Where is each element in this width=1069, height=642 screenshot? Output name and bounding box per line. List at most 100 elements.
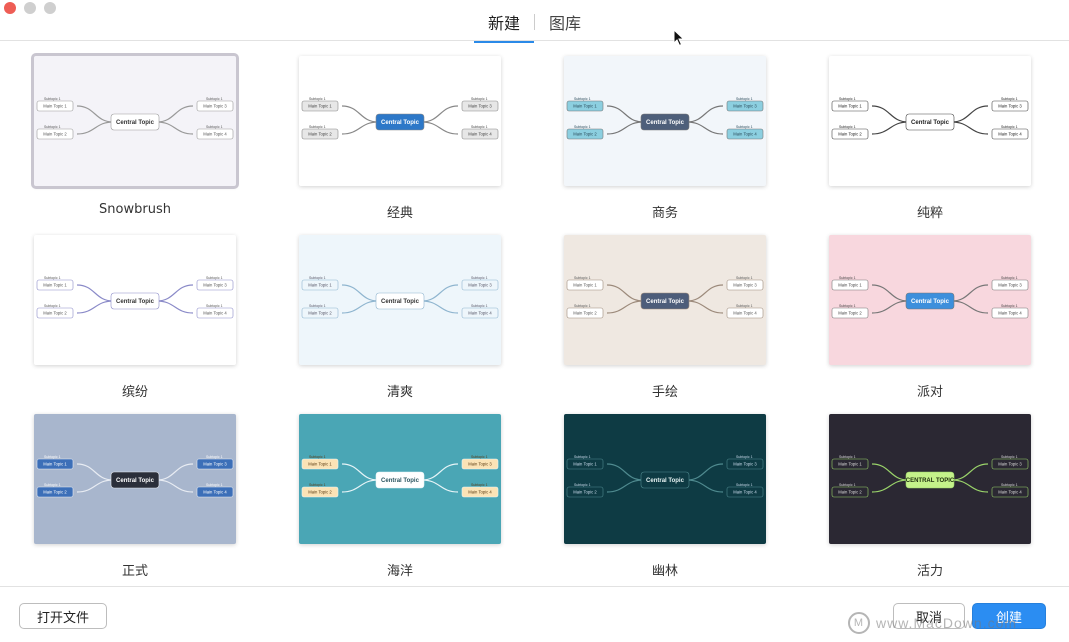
svg-text:Main Topic 3: Main Topic 3 bbox=[998, 104, 1022, 109]
svg-text:Main Topic 2: Main Topic 2 bbox=[308, 311, 332, 316]
template-name: 纯粹 bbox=[916, 206, 943, 221]
template-card[interactable]: Subtopic 1 Subtopic 1 Subtopic 1 Subtopic 1… bbox=[31, 53, 239, 217]
svg-text:Main Topic 2: Main Topic 2 bbox=[43, 132, 67, 137]
svg-text:Subtopic 1: Subtopic 1 bbox=[574, 276, 591, 280]
template-thumbnail[interactable]: Subtopic 1 Subtopic 1 Subtopic 1 Subtopic 1… bbox=[299, 235, 501, 365]
svg-text:Main Topic 3: Main Topic 3 bbox=[468, 104, 492, 109]
svg-text:Main Topic 4: Main Topic 4 bbox=[733, 132, 757, 137]
template-card[interactable]: Subtopic 1 Subtopic 1 Subtopic 1 Subtopic 1… bbox=[829, 414, 1031, 579]
template-card[interactable]: Subtopic 1 Subtopic 1 Subtopic 1 Subtopic 1… bbox=[299, 235, 501, 400]
svg-text:Main Topic 3: Main Topic 3 bbox=[733, 462, 757, 467]
svg-text:Main Topic 2: Main Topic 2 bbox=[573, 490, 597, 495]
svg-text:Subtopic 1: Subtopic 1 bbox=[44, 276, 61, 280]
mind-map-preview: Subtopic 1 Subtopic 1 Subtopic 1 Subtopic 1… bbox=[831, 97, 1029, 140]
tab-new[interactable]: 新建 bbox=[473, 10, 535, 43]
template-thumbnail[interactable]: Subtopic 1 Subtopic 1 Subtopic 1 Subtopic 1… bbox=[299, 414, 501, 544]
svg-text:Subtopic 1: Subtopic 1 bbox=[839, 97, 856, 101]
svg-text:Subtopic 1: Subtopic 1 bbox=[471, 125, 488, 129]
template-card[interactable]: Subtopic 1 Subtopic 1 Subtopic 1 Subtopic 1… bbox=[564, 235, 766, 400]
new-document-window: 新建 图库 Subtopic 1 Subtopic 1 Subtopic 1 Subt… bbox=[0, 0, 1069, 642]
svg-text:Main Topic 3: Main Topic 3 bbox=[998, 283, 1022, 288]
svg-text:Subtopic 1: Subtopic 1 bbox=[206, 276, 223, 280]
footer-divider bbox=[0, 586, 1069, 587]
svg-text:Main Topic 4: Main Topic 4 bbox=[733, 311, 757, 316]
svg-text:Main Topic 1: Main Topic 1 bbox=[308, 283, 332, 288]
svg-text:Subtopic 1: Subtopic 1 bbox=[1001, 276, 1018, 280]
svg-text:Central Topic: Central Topic bbox=[116, 478, 155, 484]
template-name: 海洋 bbox=[386, 564, 413, 579]
svg-text:Main Topic 2: Main Topic 2 bbox=[838, 132, 862, 137]
template-name: 清爽 bbox=[386, 385, 413, 400]
svg-text:Main Topic 3: Main Topic 3 bbox=[998, 462, 1022, 467]
svg-text:Main Topic 1: Main Topic 1 bbox=[573, 104, 597, 109]
watermark-logo-icon: M bbox=[848, 612, 870, 634]
svg-text:Main Topic 2: Main Topic 2 bbox=[573, 132, 597, 137]
mind-map-preview: Subtopic 1 Subtopic 1 Subtopic 1 Subtopic 1… bbox=[36, 455, 234, 498]
template-card[interactable]: Subtopic 1 Subtopic 1 Subtopic 1 Subtopic 1… bbox=[34, 235, 236, 400]
svg-text:Main Topic 1: Main Topic 1 bbox=[573, 462, 597, 467]
svg-text:Main Topic 2: Main Topic 2 bbox=[43, 490, 67, 495]
svg-text:Subtopic 1: Subtopic 1 bbox=[736, 455, 753, 459]
mind-map-preview: Subtopic 1 Subtopic 1 Subtopic 1 Subtopic 1… bbox=[566, 455, 764, 498]
header-divider bbox=[0, 40, 1069, 41]
svg-text:Subtopic 1: Subtopic 1 bbox=[44, 97, 61, 101]
template-card[interactable]: Subtopic 1 Subtopic 1 Subtopic 1 Subtopic 1… bbox=[564, 56, 766, 221]
svg-text:Main Topic 1: Main Topic 1 bbox=[43, 104, 67, 109]
template-card[interactable]: Subtopic 1 Subtopic 1 Subtopic 1 Subtopic 1… bbox=[564, 414, 766, 579]
open-file-button[interactable]: 打开文件 bbox=[19, 603, 107, 629]
template-name: 正式 bbox=[121, 564, 148, 579]
template-thumbnail[interactable]: Subtopic 1 Subtopic 1 Subtopic 1 Subtopic 1… bbox=[299, 56, 501, 186]
svg-text:Main Topic 1: Main Topic 1 bbox=[43, 283, 67, 288]
svg-text:Subtopic 1: Subtopic 1 bbox=[1001, 97, 1018, 101]
svg-text:Subtopic 1: Subtopic 1 bbox=[309, 455, 326, 459]
svg-text:Subtopic 1: Subtopic 1 bbox=[309, 276, 326, 280]
svg-text:Main Topic 1: Main Topic 1 bbox=[308, 462, 332, 467]
svg-text:Subtopic 1: Subtopic 1 bbox=[309, 483, 326, 487]
svg-text:Subtopic 1: Subtopic 1 bbox=[839, 304, 856, 308]
template-name: 经典 bbox=[386, 206, 413, 221]
template-name: 派对 bbox=[916, 385, 943, 400]
svg-text:Subtopic 1: Subtopic 1 bbox=[1001, 483, 1018, 487]
template-thumbnail[interactable]: Subtopic 1 Subtopic 1 Subtopic 1 Subtopic 1… bbox=[564, 235, 766, 365]
svg-text:Main Topic 4: Main Topic 4 bbox=[468, 132, 492, 137]
mind-map-preview: Subtopic 1 Subtopic 1 Subtopic 1 Subtopic 1… bbox=[301, 276, 499, 319]
svg-text:Main Topic 1: Main Topic 1 bbox=[43, 462, 67, 467]
svg-text:Subtopic 1: Subtopic 1 bbox=[574, 483, 591, 487]
svg-text:Subtopic 1: Subtopic 1 bbox=[206, 483, 223, 487]
svg-text:Subtopic 1: Subtopic 1 bbox=[206, 304, 223, 308]
template-thumbnail[interactable]: Subtopic 1 Subtopic 1 Subtopic 1 Subtopic 1… bbox=[829, 56, 1031, 186]
template-thumbnail[interactable]: Subtopic 1 Subtopic 1 Subtopic 1 Subtopic 1… bbox=[34, 235, 236, 365]
svg-text:Subtopic 1: Subtopic 1 bbox=[839, 125, 856, 129]
template-card[interactable]: Subtopic 1 Subtopic 1 Subtopic 1 Subtopic 1… bbox=[299, 414, 501, 579]
template-thumbnail[interactable]: Subtopic 1 Subtopic 1 Subtopic 1 Subtopic 1… bbox=[829, 235, 1031, 365]
svg-text:Subtopic 1: Subtopic 1 bbox=[471, 97, 488, 101]
svg-text:Central Topic: Central Topic bbox=[381, 120, 420, 126]
svg-text:Subtopic 1: Subtopic 1 bbox=[839, 455, 856, 459]
mind-map-preview: Subtopic 1 Subtopic 1 Subtopic 1 Subtopic 1… bbox=[36, 276, 234, 319]
template-card[interactable]: Subtopic 1 Subtopic 1 Subtopic 1 Subtopic 1… bbox=[829, 56, 1031, 221]
svg-text:Subtopic 1: Subtopic 1 bbox=[206, 455, 223, 459]
template-card[interactable]: Subtopic 1 Subtopic 1 Subtopic 1 Subtopic 1… bbox=[299, 56, 501, 221]
svg-text:Subtopic 1: Subtopic 1 bbox=[736, 276, 753, 280]
tab-bar: 新建 图库 bbox=[0, 10, 1069, 43]
svg-text:Main Topic 3: Main Topic 3 bbox=[733, 104, 757, 109]
tab-gallery[interactable]: 图库 bbox=[535, 10, 595, 42]
svg-text:Subtopic 1: Subtopic 1 bbox=[471, 483, 488, 487]
svg-text:Main Topic 1: Main Topic 1 bbox=[838, 104, 862, 109]
template-thumbnail[interactable]: Subtopic 1 Subtopic 1 Subtopic 1 Subtopic 1… bbox=[829, 414, 1031, 544]
watermark: M www.MacDown.com bbox=[848, 612, 1017, 634]
svg-text:Central Topic: Central Topic bbox=[911, 299, 950, 305]
svg-text:Central Topic: Central Topic bbox=[381, 299, 420, 305]
template-thumbnail[interactable]: Subtopic 1 Subtopic 1 Subtopic 1 Subtopic 1… bbox=[31, 53, 239, 189]
template-thumbnail[interactable]: Subtopic 1 Subtopic 1 Subtopic 1 Subtopic 1… bbox=[564, 56, 766, 186]
svg-text:Subtopic 1: Subtopic 1 bbox=[736, 304, 753, 308]
template-thumbnail[interactable]: Subtopic 1 Subtopic 1 Subtopic 1 Subtopic 1… bbox=[564, 414, 766, 544]
svg-text:Main Topic 2: Main Topic 2 bbox=[573, 311, 597, 316]
template-card[interactable]: Subtopic 1 Subtopic 1 Subtopic 1 Subtopic 1… bbox=[34, 414, 236, 579]
svg-text:Central Topic: Central Topic bbox=[911, 120, 950, 126]
template-card[interactable]: Subtopic 1 Subtopic 1 Subtopic 1 Subtopic 1… bbox=[829, 235, 1031, 400]
svg-text:Main Topic 3: Main Topic 3 bbox=[203, 104, 227, 109]
svg-text:Main Topic 4: Main Topic 4 bbox=[468, 311, 492, 316]
svg-text:Main Topic 4: Main Topic 4 bbox=[998, 311, 1022, 316]
template-thumbnail[interactable]: Subtopic 1 Subtopic 1 Subtopic 1 Subtopic 1… bbox=[34, 414, 236, 544]
